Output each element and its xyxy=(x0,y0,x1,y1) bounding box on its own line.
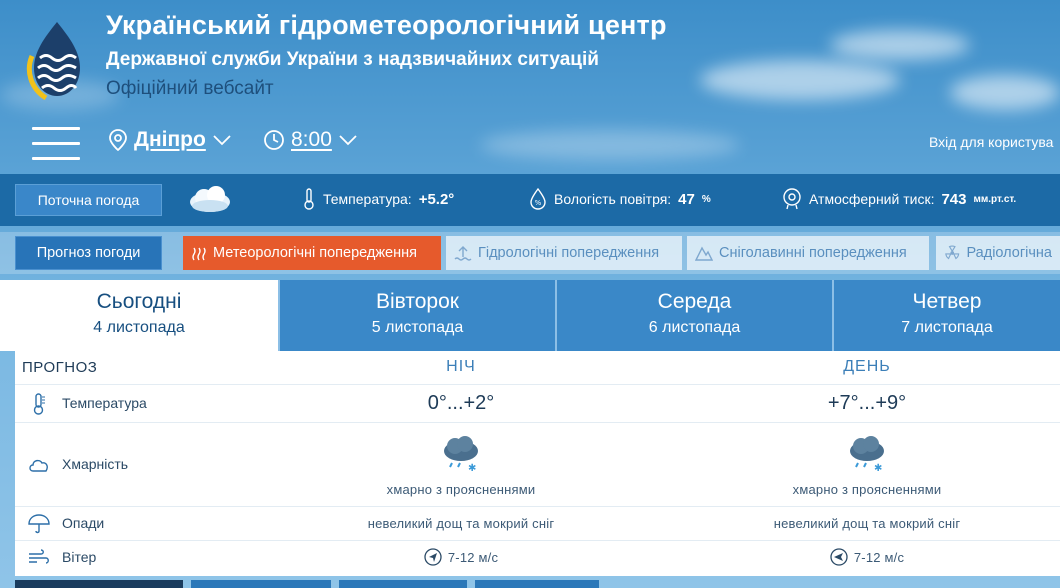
day-name: Вівторок xyxy=(376,290,459,313)
heat-waves-icon xyxy=(192,247,206,261)
tab-avalanche-label: Сніголавинні попередження xyxy=(719,245,907,261)
night-column-header: НІЧ xyxy=(446,358,476,375)
night-precipitation: невеликий дощ та мокрий сніг xyxy=(367,516,555,531)
pressure-value: 743 xyxy=(941,190,967,208)
city-selector[interactable]: Дніпро xyxy=(108,128,232,152)
day-tab-tuesday[interactable]: Вівторок 5 листопада xyxy=(278,280,555,351)
temperature-row: Температура 0°...+2° +7°...+9° xyxy=(15,385,1060,423)
login-link[interactable]: Вхід для користува xyxy=(929,134,1053,150)
wind-label: Вітер xyxy=(62,549,97,565)
day-tab-wednesday[interactable]: Середа 6 листопада xyxy=(555,280,832,351)
night-temperature: 0°...+2° xyxy=(427,392,495,414)
cloud-decoration xyxy=(480,130,740,160)
day-cloudiness-text: хмарно з проясненнями xyxy=(792,482,942,497)
night-cloudiness: ✱ хмарно з проясненнями xyxy=(261,435,661,497)
night-cloudiness-text: хмарно з проясненнями xyxy=(386,482,536,497)
cloud-icon xyxy=(29,459,48,472)
wind-direction-icon xyxy=(830,548,848,566)
humidity-label: Вологість повітря: xyxy=(554,191,672,207)
wind-direction-icon xyxy=(424,548,442,566)
mountain-icon xyxy=(695,246,713,261)
night-wind-speed: 7-12 м/с xyxy=(447,549,499,565)
logo-icon[interactable] xyxy=(26,18,88,100)
temperature-label: Температура xyxy=(62,395,147,411)
thermometer-icon xyxy=(304,188,314,210)
day-precipitation: невеликий дощ та мокрий сніг xyxy=(773,516,961,531)
night-wind: 7-12 м/с xyxy=(261,548,661,569)
bottom-tab-hint xyxy=(339,580,467,588)
forecast-heading: ПРОГНОЗ xyxy=(22,359,98,376)
humidity-drop-icon: % xyxy=(530,188,546,210)
day-date: 6 листопада xyxy=(648,319,741,336)
chevron-down-icon xyxy=(339,135,357,146)
svg-text:✱: ✱ xyxy=(874,463,882,474)
temperature-value: +5.2° xyxy=(418,190,455,208)
day-wind: 7-12 м/с xyxy=(667,548,1060,569)
barometer-icon xyxy=(783,188,801,210)
cloud-rain-snow-icon: ✱ xyxy=(850,436,884,474)
clock-icon xyxy=(264,130,284,150)
tab-forecast[interactable]: Прогноз погоди xyxy=(15,236,162,270)
time-selector[interactable]: 8:00 xyxy=(263,128,358,152)
day-date: 4 листопада xyxy=(93,319,185,336)
cloud-rain-snow-icon: ✱ xyxy=(444,436,478,474)
umbrella-icon xyxy=(28,514,50,534)
svg-text:✱: ✱ xyxy=(468,463,476,474)
day-date: 7 листопада xyxy=(901,319,993,336)
location-pin-icon xyxy=(109,129,127,151)
cloudiness-row: Хмарність ✱ хмарно з проясненнями ✱ хмар… xyxy=(15,423,1060,507)
thermometer-icon xyxy=(33,393,45,415)
forecast-table: ПРОГНОЗ НІЧ ДЕНЬ Температура 0°...+2° +7… xyxy=(15,351,1060,576)
day-cloudiness: ✱ хмарно з проясненнями xyxy=(667,435,1060,497)
tab-meteo-warnings[interactable]: Метеорологічні попередження xyxy=(183,236,441,270)
humidity-value: 47 xyxy=(678,190,695,208)
forecast-header-row: ПРОГНОЗ НІЧ ДЕНЬ xyxy=(15,351,1060,385)
day-tab-today[interactable]: Сьогодні 4 листопада xyxy=(0,280,278,351)
precipitation-label: Опади xyxy=(62,515,105,531)
svg-text:%: % xyxy=(535,199,542,207)
precipitation-row: Опади невеликий дощ та мокрий сніг невел… xyxy=(15,507,1060,541)
day-name: Сьогодні xyxy=(96,290,182,313)
pressure-stat: Атмосферний тиск: 743 мм.рт.ст. xyxy=(782,188,1016,210)
temperature-label: Температура: xyxy=(323,191,412,207)
bottom-tab-hint xyxy=(191,580,331,588)
site-header: Український гідрометеорологічний центр Д… xyxy=(0,0,1060,110)
tab-avalanche-warnings[interactable]: Сніголавинні попередження xyxy=(687,236,929,270)
day-name: Середа xyxy=(657,290,732,313)
menu-button[interactable] xyxy=(32,127,80,161)
day-temperature: +7°...+9° xyxy=(827,392,907,414)
day-column-header: ДЕНЬ xyxy=(843,358,891,375)
water-level-icon xyxy=(454,246,472,261)
tab-radiology-label: Радіологічна xyxy=(966,245,1052,261)
day-tab-thursday[interactable]: Четвер 7 листопада xyxy=(832,280,1060,351)
cloud-icon xyxy=(190,186,230,212)
site-subtitle: Державної служби України з надзвичайних … xyxy=(106,49,599,70)
day-wind-speed: 7-12 м/с xyxy=(853,549,905,565)
time-value: 8:00 xyxy=(291,128,332,151)
bottom-tab-hint xyxy=(475,580,599,588)
radiation-icon xyxy=(945,245,960,260)
chevron-down-icon xyxy=(213,135,231,146)
humidity-stat: % Вологість повітря: 47 % xyxy=(529,188,711,210)
bottom-tab-hint xyxy=(15,580,183,588)
tab-radiology-warnings[interactable]: Радіологічна xyxy=(936,236,1060,270)
cloudiness-label: Хмарність xyxy=(62,456,129,472)
pressure-unit: мм.рт.ст. xyxy=(973,193,1017,205)
tab-meteo-label: Метеорологічні попередження xyxy=(213,245,417,261)
temperature-stat: Температура: +5.2° xyxy=(302,188,454,210)
tab-hydro-label: Гідрологічні попередження xyxy=(478,245,660,261)
humidity-unit: % xyxy=(701,193,711,205)
site-tagline: Офіційний вебсайт xyxy=(106,78,274,99)
wind-icon xyxy=(29,549,49,564)
city-name: Дніпро xyxy=(134,128,206,151)
pressure-label: Атмосферний тиск: xyxy=(809,191,935,207)
current-weather-button[interactable]: Поточна погода xyxy=(15,184,162,216)
tab-hydro-warnings[interactable]: Гідрологічні попередження xyxy=(446,236,682,270)
day-date: 5 листопада xyxy=(371,319,464,336)
day-name: Четвер xyxy=(912,290,982,313)
wind-row: Вітер 7-12 м/с 7-12 м/с xyxy=(15,541,1060,576)
site-title: Український гідрометеорологічний центр xyxy=(106,10,667,40)
